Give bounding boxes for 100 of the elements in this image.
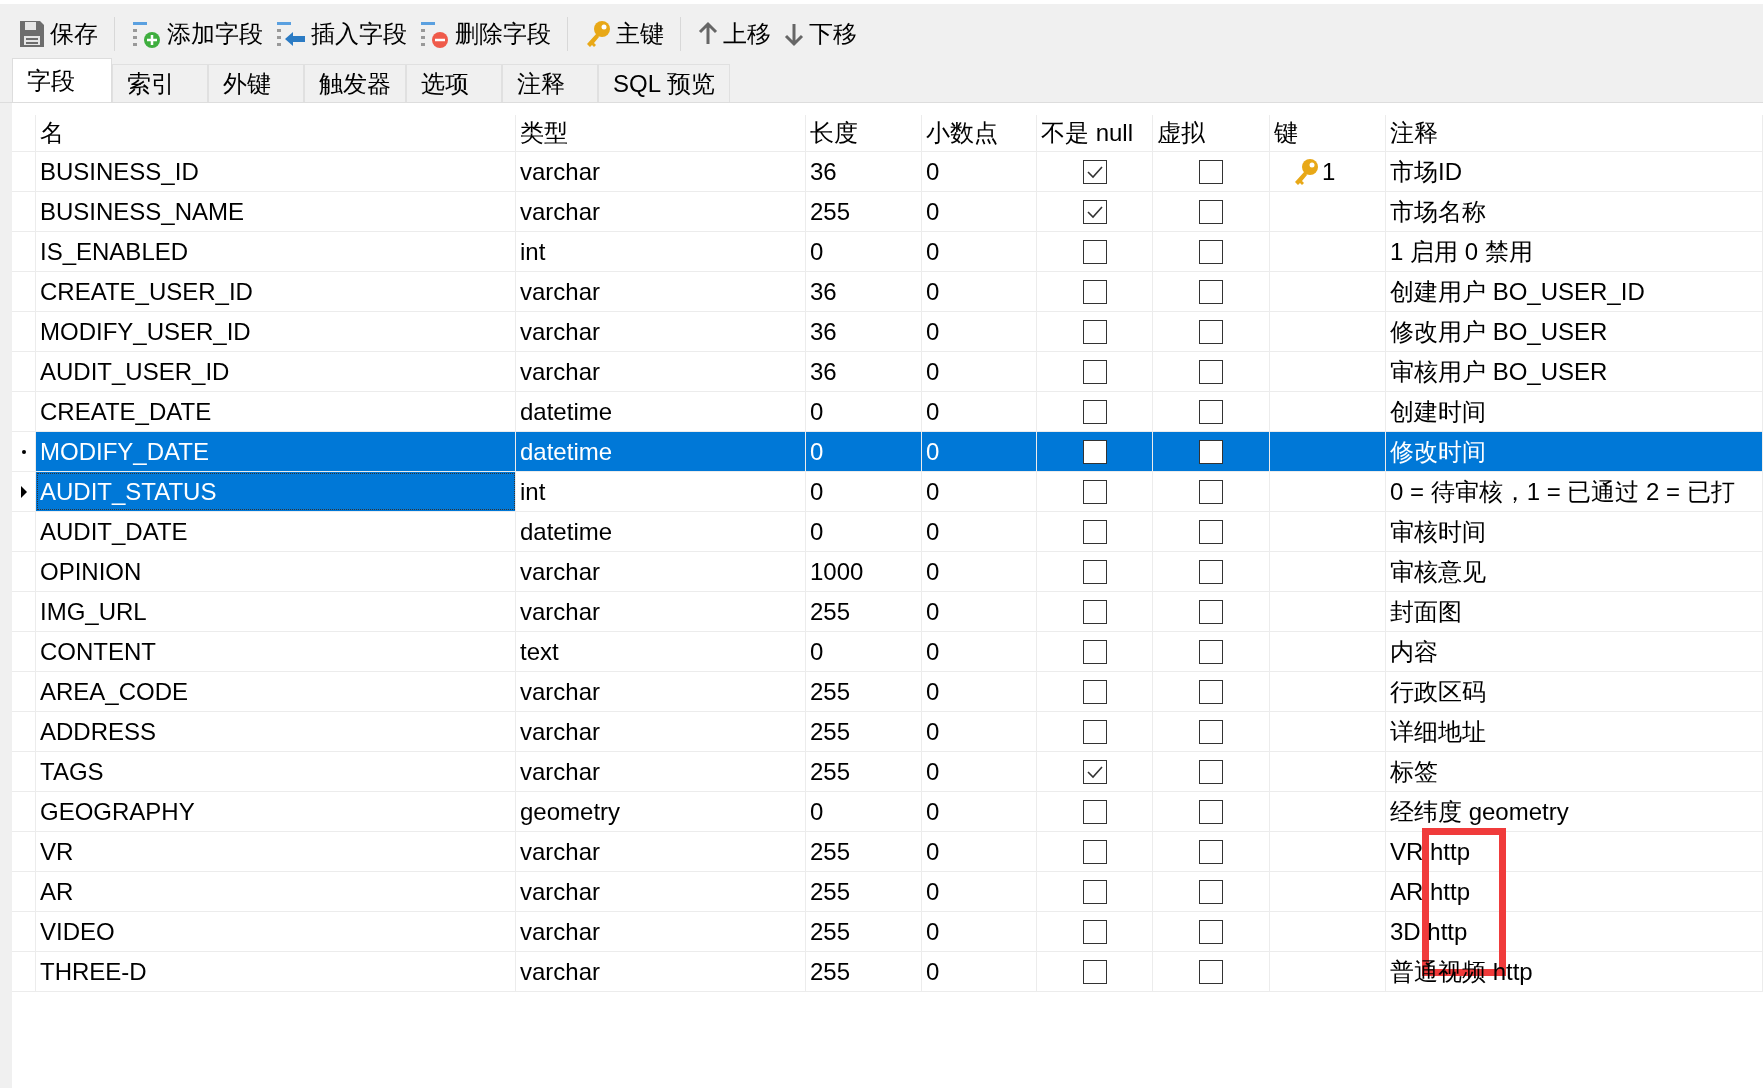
checkbox[interactable] — [1082, 439, 1107, 464]
toolbar-button[interactable]: 删除字段 — [415, 14, 555, 54]
checkbox[interactable] — [1082, 319, 1107, 344]
checkbox[interactable] — [1199, 919, 1223, 944]
table-cell: 0 — [922, 712, 1037, 751]
toolbar-button[interactable]: 添加字段 — [127, 14, 267, 54]
checkbox[interactable] — [1199, 199, 1223, 224]
table-row[interactable]: MODIFY_DATE datetime 0 0 修改时间 — [12, 432, 1763, 472]
tab[interactable]: 触发器 — [304, 64, 406, 102]
tab[interactable]: 外键 — [208, 64, 304, 102]
checkbox[interactable] — [1082, 839, 1107, 864]
table-cell: VR http — [1386, 832, 1763, 871]
toolbar-button[interactable]: 下移 — [779, 14, 861, 54]
table-cell: 0 — [922, 552, 1037, 591]
table-cell: 0 — [806, 392, 922, 431]
checkbox[interactable] — [1199, 279, 1223, 304]
table-cell: 0 — [922, 672, 1037, 711]
table-row[interactable]: TAGS varchar 255 0 标签 — [12, 752, 1763, 792]
toolbar-button[interactable]: 插入字段 — [271, 14, 411, 54]
table-row[interactable]: AREA_CODE varchar 255 0 行政区码 — [12, 672, 1763, 712]
checkbox[interactable] — [1199, 959, 1223, 984]
checkbox[interactable] — [1082, 759, 1107, 784]
checkbox[interactable] — [1082, 879, 1107, 904]
checkbox[interactable] — [1082, 399, 1107, 424]
table-row[interactable]: AR varchar 255 0 AR http — [12, 872, 1763, 912]
checkbox[interactable] — [1199, 399, 1223, 424]
tab[interactable]: 注释 — [502, 64, 598, 102]
checkbox[interactable] — [1082, 599, 1107, 624]
table-cell: 36 — [806, 352, 922, 391]
checkbox[interactable] — [1199, 799, 1223, 824]
checkbox[interactable] — [1199, 839, 1223, 864]
checkbox[interactable] — [1199, 679, 1223, 704]
tab[interactable]: 字段 — [12, 58, 112, 102]
checkbox[interactable] — [1082, 919, 1107, 944]
checkbox[interactable] — [1199, 559, 1223, 584]
checkbox[interactable] — [1199, 519, 1223, 544]
tab[interactable]: 选项 — [406, 64, 502, 102]
tab[interactable]: SQL 预览 — [598, 64, 730, 102]
checkbox[interactable] — [1082, 559, 1107, 584]
table-cell: 0 — [922, 592, 1037, 631]
checkbox[interactable] — [1199, 719, 1223, 744]
table-row[interactable]: CONTENT text 0 0 内容 — [12, 632, 1763, 672]
checkbox[interactable] — [1082, 679, 1107, 704]
table-cell: BUSINESS_NAME — [36, 192, 516, 231]
table-cell: 标签 — [1386, 752, 1763, 791]
checkbox[interactable] — [1199, 479, 1223, 504]
toolbar-button[interactable]: 保存 — [14, 14, 102, 54]
table-row[interactable]: IS_ENABLED int 0 0 1 启用 0 禁用 — [12, 232, 1763, 272]
checkbox[interactable] — [1082, 159, 1107, 184]
table-row[interactable]: AUDIT_DATE datetime 0 0 审核时间 — [12, 512, 1763, 552]
checkbox[interactable] — [1199, 759, 1223, 784]
checkbox[interactable] — [1082, 359, 1107, 384]
checkbox[interactable] — [1082, 719, 1107, 744]
checkbox[interactable] — [1082, 519, 1107, 544]
table-row[interactable]: IMG_URL varchar 255 0 封面图 — [12, 592, 1763, 632]
checkbox[interactable] — [1199, 159, 1223, 184]
table-cell: 255 — [806, 872, 922, 911]
table-row[interactable]: AUDIT_STATUS int 0 0 0 = 待审核，1 = 已通过 2 = 已打 — [12, 472, 1763, 512]
checkbox[interactable] — [1199, 639, 1223, 664]
table-cell: 0 — [922, 392, 1037, 431]
table-cell: 审核意见 — [1386, 552, 1763, 591]
table-row[interactable]: MODIFY_USER_ID varchar 36 0 修改用户 BO_USER — [12, 312, 1763, 352]
checkbox[interactable] — [1082, 199, 1107, 224]
table-cell: 0 — [922, 232, 1037, 271]
checkbox[interactable] — [1199, 879, 1223, 904]
table-row[interactable]: CREATE_USER_ID varchar 36 0 创建用户 BO_USER_ID — [12, 272, 1763, 312]
table-cell: datetime — [516, 432, 806, 471]
table-cell: IMG_URL — [36, 592, 516, 631]
toolbar-button[interactable]: 上移 — [693, 14, 775, 54]
table-cell: varchar — [516, 352, 806, 391]
column-header: 不是 null — [1037, 115, 1153, 151]
checkbox[interactable] — [1199, 599, 1223, 624]
table-cell: 创建用户 BO_USER_ID — [1386, 272, 1763, 311]
table-row[interactable]: BUSINESS_ID varchar 36 0 1 市场ID — [12, 152, 1763, 192]
table-cell: CREATE_DATE — [36, 392, 516, 431]
table-row[interactable]: AUDIT_USER_ID varchar 36 0 审核用户 BO_USER — [12, 352, 1763, 392]
key-icon — [1292, 156, 1320, 187]
table-cell: VR — [36, 832, 516, 871]
checkbox[interactable] — [1082, 799, 1107, 824]
checkbox[interactable] — [1199, 359, 1223, 384]
checkbox[interactable] — [1082, 239, 1107, 264]
checkbox[interactable] — [1082, 279, 1107, 304]
table-cell: varchar — [516, 272, 806, 311]
checkbox[interactable] — [1199, 319, 1223, 344]
table-cell: GEOGRAPHY — [36, 792, 516, 831]
table-cell: AUDIT_USER_ID — [36, 352, 516, 391]
checkbox[interactable] — [1199, 239, 1223, 264]
checkbox[interactable] — [1082, 479, 1107, 504]
checkbox[interactable] — [1082, 959, 1107, 984]
table-row[interactable]: VIDEO varchar 255 0 3D http — [12, 912, 1763, 952]
tab[interactable]: 索引 — [112, 64, 208, 102]
table-row[interactable]: BUSINESS_NAME varchar 255 0 市场名称 — [12, 192, 1763, 232]
toolbar-button[interactable]: 主键 — [580, 14, 668, 54]
checkbox[interactable] — [1082, 639, 1107, 664]
table-cell: varchar — [516, 592, 806, 631]
table-cell: 0 — [806, 432, 922, 471]
table-row[interactable]: OPINION varchar 1000 0 审核意见 — [12, 552, 1763, 592]
checkbox[interactable] — [1199, 439, 1223, 464]
table-row[interactable]: ADDRESS varchar 255 0 详细地址 — [12, 712, 1763, 752]
table-row[interactable]: GEOGRAPHY geometry 0 0 经纬度 geometry — [12, 792, 1763, 832]
